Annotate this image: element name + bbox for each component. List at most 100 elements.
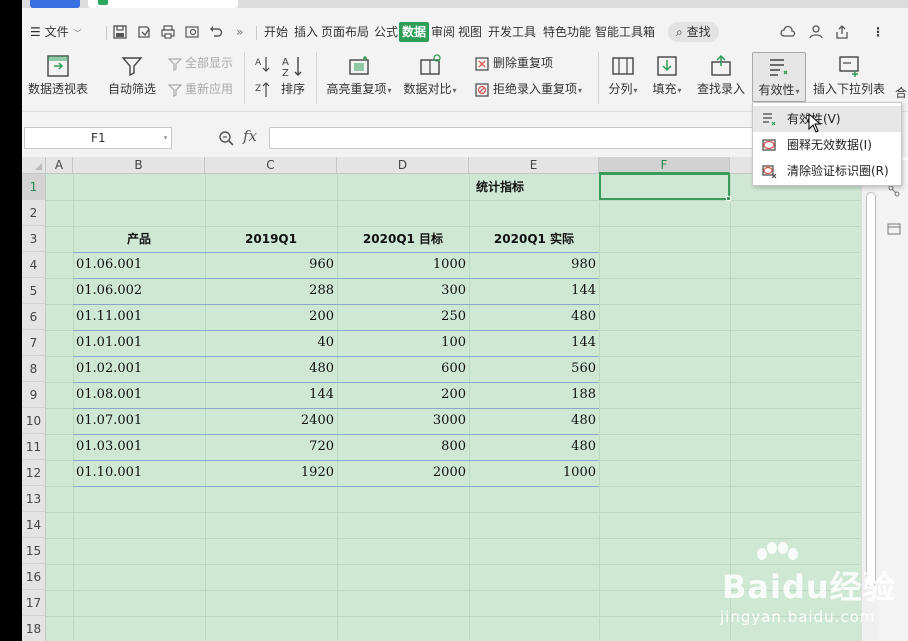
more-quick-tools-button[interactable]: »	[236, 22, 243, 42]
menu-item-clear-circles[interactable]: 清除验证标识圈(R)	[753, 158, 901, 184]
reject-duplicates-button[interactable]: 拒绝录入重复项▾	[474, 80, 582, 98]
row-header-1[interactable]: 1	[22, 174, 46, 200]
table-cell[interactable]: 200	[208, 304, 334, 330]
table-cell[interactable]: 560	[472, 356, 596, 382]
table-cell[interactable]: 144	[208, 382, 334, 408]
table-cell[interactable]: 01.01.001	[76, 330, 202, 356]
reapply-button[interactable]: 重新应用	[167, 80, 233, 98]
row-header-10[interactable]: 10	[22, 408, 46, 434]
tab-file[interactable]	[88, 0, 238, 8]
formula-input[interactable]	[269, 127, 769, 149]
sort-descending-button[interactable]: Z	[254, 80, 275, 98]
autofilter-button[interactable]: 自动筛选	[106, 54, 158, 97]
row-header-15[interactable]: 15	[22, 538, 46, 564]
table-cell[interactable]: 980	[472, 252, 596, 278]
column-header-e[interactable]: E	[469, 157, 599, 174]
table-cell[interactable]: 480	[472, 434, 596, 460]
validity-button[interactable]: 有效性▾	[752, 52, 806, 102]
tab-review[interactable]: 审阅	[431, 22, 455, 42]
table-cell[interactable]: 480	[472, 304, 596, 330]
table-cell[interactable]: 2000	[340, 460, 466, 486]
show-all-button[interactable]: 全部显示	[167, 54, 233, 72]
cloud-sync-icon[interactable]	[780, 24, 796, 40]
row-header-8[interactable]: 8	[22, 356, 46, 382]
header-cell-2020q1-actual[interactable]: 2020Q1 实际	[472, 226, 596, 252]
row-header-14[interactable]: 14	[22, 512, 46, 538]
table-cell[interactable]: 300	[340, 278, 466, 304]
tab-developer[interactable]: 开发工具	[488, 22, 536, 42]
zoom-search-icon[interactable]	[218, 130, 234, 146]
table-cell[interactable]: 200	[340, 382, 466, 408]
table-cell[interactable]: 480	[208, 356, 334, 382]
table-cell[interactable]: 960	[208, 252, 334, 278]
row-header-9[interactable]: 9	[22, 382, 46, 408]
table-cell[interactable]: 600	[340, 356, 466, 382]
tab-home-menu[interactable]: 开始	[264, 22, 288, 42]
table-cell[interactable]: 01.02.001	[76, 356, 202, 382]
tab-view[interactable]: 视图	[458, 22, 482, 42]
table-cell[interactable]: 1000	[340, 252, 466, 278]
merge-button[interactable]: 合	[894, 84, 908, 101]
split-column-button[interactable]: 分列▾	[606, 54, 640, 97]
search-button[interactable]: ⌕ 查找	[668, 22, 719, 42]
row-header-5[interactable]: 5	[22, 278, 46, 304]
table-cell[interactable]: 480	[472, 408, 596, 434]
table-cell[interactable]: 01.06.001	[76, 252, 202, 278]
table-cell[interactable]: 40	[208, 330, 334, 356]
insert-dropdown-list-button[interactable]: 插入下拉列表	[812, 54, 886, 97]
table-cell[interactable]: 1000	[472, 460, 596, 486]
table-cell[interactable]: 3000	[340, 408, 466, 434]
highlight-duplicates-button[interactable]: 高亮重复项▾	[324, 54, 394, 97]
row-header-11[interactable]: 11	[22, 434, 46, 460]
header-cell-2020q1-target[interactable]: 2020Q1 目标	[340, 226, 466, 252]
table-cell[interactable]: 800	[340, 434, 466, 460]
table-cell[interactable]: 01.06.002	[76, 278, 202, 304]
tab-formulas[interactable]: 公式	[374, 22, 398, 42]
save-icon[interactable]	[112, 24, 128, 40]
fill-handle[interactable]	[726, 196, 731, 201]
row-header-16[interactable]: 16	[22, 564, 46, 590]
select-all-corner[interactable]	[22, 157, 46, 174]
table-cell[interactable]: 01.10.001	[76, 460, 202, 486]
export-icon[interactable]	[136, 24, 152, 40]
column-header-c[interactable]: C	[205, 157, 337, 174]
table-cell[interactable]: 144	[472, 330, 596, 356]
delete-duplicates-button[interactable]: 删除重复项	[474, 54, 553, 72]
table-cell[interactable]: 288	[208, 278, 334, 304]
table-cell[interactable]: 1920	[208, 460, 334, 486]
name-box[interactable]: F1 ▾	[24, 127, 172, 149]
pivot-table-button[interactable]: 数据透视表	[26, 54, 90, 97]
print-icon[interactable]	[160, 24, 176, 40]
column-header-a[interactable]: A	[46, 157, 73, 174]
collaborate-user-icon[interactable]	[808, 24, 824, 40]
sort-ascending-button[interactable]: A	[254, 54, 275, 72]
row-header-13[interactable]: 13	[22, 486, 46, 512]
table-cell[interactable]: 188	[472, 382, 596, 408]
column-header-d[interactable]: D	[337, 157, 469, 174]
header-cell-product[interactable]: 产品	[76, 226, 202, 252]
menu-item-validity[interactable]: 有效性(V)	[753, 106, 901, 132]
tab-insert[interactable]: 插入	[294, 22, 318, 42]
row-header-2[interactable]: 2	[22, 200, 46, 226]
sort-button[interactable]: AZ 排序	[276, 54, 310, 97]
row-header-6[interactable]: 6	[22, 304, 46, 330]
table-cell[interactable]: 2400	[208, 408, 334, 434]
app-menu-button[interactable]: ☰ 文件 ﹀	[30, 22, 81, 42]
side-panel-window-icon[interactable]	[887, 222, 901, 236]
side-panel-tool-icon[interactable]	[887, 184, 901, 198]
fill-button[interactable]: 填充▾	[650, 54, 684, 97]
row-header-12[interactable]: 12	[22, 460, 46, 486]
sheet-title-cell[interactable]: 统计指标	[337, 174, 599, 200]
tab-home[interactable]	[30, 0, 80, 8]
table-cell[interactable]: 01.11.001	[76, 304, 202, 330]
undo-icon[interactable]	[208, 24, 224, 40]
header-cell-2019q1[interactable]: 2019Q1	[208, 226, 334, 252]
table-cell[interactable]: 01.08.001	[76, 382, 202, 408]
tab-features[interactable]: 特色功能	[543, 22, 591, 42]
column-header-f[interactable]: F	[599, 157, 730, 174]
table-cell[interactable]: 144	[472, 278, 596, 304]
row-header-17[interactable]: 17	[22, 590, 46, 616]
vertical-scrollbar-thumb[interactable]	[866, 192, 876, 587]
tab-page-layout[interactable]: 页面布局	[321, 22, 369, 42]
lookup-entry-button[interactable]: 查找录入	[696, 54, 746, 97]
